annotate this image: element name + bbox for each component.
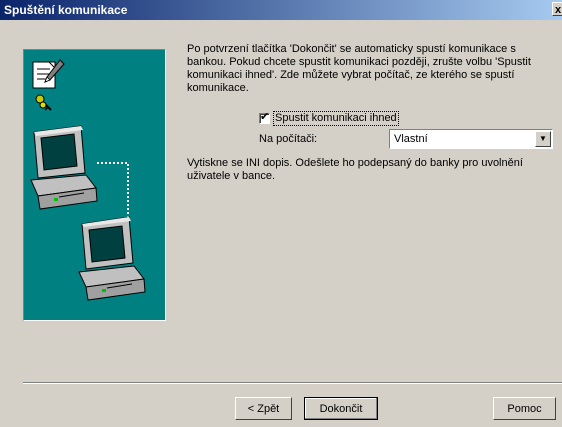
window-title: Spuštění komunikace — [4, 3, 128, 17]
start-now-option[interactable]: ✔ Spustit komunikaci ihned — [259, 110, 399, 126]
computer-select[interactable]: Vlastní ▼ — [389, 129, 553, 149]
computer-select-value: Vlastní — [394, 133, 428, 145]
wizard-window: Spuštění komunikace x Po potvrzení tlačí… — [0, 0, 562, 427]
computer-label: Na počítači: — [259, 133, 318, 145]
title-bar[interactable]: Spuštění komunikace x — [0, 0, 562, 20]
document-pen-icon — [32, 59, 65, 89]
ini-letter-note: Vytiskne se INI dopis. Odešlete ho podep… — [187, 157, 523, 182]
computer-icon — [78, 216, 146, 301]
network-link-line — [97, 162, 129, 220]
wizard-illustration — [23, 49, 166, 321]
computer-icon — [30, 125, 98, 210]
finish-button[interactable]: Dokončit — [304, 397, 378, 420]
intro-text: Po potvrzení tlačítka 'Dokončit' se auto… — [187, 43, 531, 94]
start-now-label[interactable]: Spustit komunikaci ihned — [273, 110, 399, 126]
start-now-checkbox[interactable]: ✔ — [259, 110, 270, 124]
close-button[interactable]: x — [552, 2, 562, 16]
key-icon — [35, 94, 52, 111]
illustration-graphic — [30, 59, 146, 301]
help-button[interactable]: Pomoc — [493, 397, 556, 420]
button-divider — [23, 382, 562, 384]
check-mark-icon: ✔ — [260, 110, 270, 123]
back-button[interactable]: < Zpět — [235, 397, 292, 420]
dropdown-arrow-icon[interactable]: ▼ — [535, 131, 551, 147]
